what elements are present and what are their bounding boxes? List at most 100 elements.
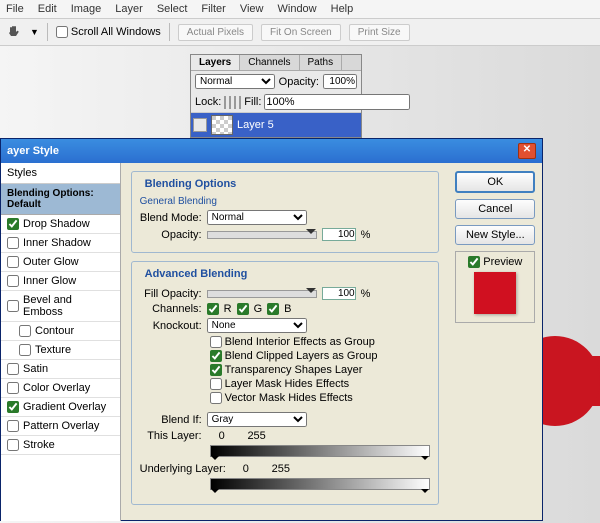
- style-checkbox[interactable]: [7, 420, 19, 432]
- general-blending-legend: General Blending: [140, 196, 430, 207]
- menu-file[interactable]: File: [6, 3, 24, 15]
- styles-list: Styles Blending Options: Default Drop Sh…: [1, 163, 121, 521]
- channels-label: Channels:: [140, 303, 202, 315]
- new-style-button[interactable]: New Style...: [455, 225, 535, 245]
- tab-channels[interactable]: Channels: [240, 55, 299, 70]
- lock-position-icon[interactable]: [234, 96, 236, 109]
- blend-mode-dropdown[interactable]: Normal: [207, 210, 307, 225]
- lock-all-icon[interactable]: [239, 96, 241, 109]
- layer-row[interactable]: Layer 5: [191, 113, 361, 137]
- ok-button[interactable]: OK: [455, 171, 535, 193]
- underlying-label: Underlying Layer:: [140, 463, 226, 475]
- style-color-overlay[interactable]: Color Overlay: [1, 379, 120, 398]
- opacity-value[interactable]: [322, 228, 356, 241]
- style-label: Pattern Overlay: [23, 420, 99, 432]
- style-checkbox[interactable]: [7, 237, 19, 249]
- menu-layer[interactable]: Layer: [115, 3, 143, 15]
- style-checkbox[interactable]: [7, 439, 19, 451]
- style-checkbox[interactable]: [7, 218, 19, 230]
- channel-r[interactable]: [207, 303, 219, 315]
- opacity-slider[interactable]: [207, 231, 317, 239]
- style-checkbox[interactable]: [19, 325, 31, 337]
- fill-opacity-value[interactable]: [322, 287, 356, 300]
- scroll-all-label: Scroll All Windows: [71, 26, 161, 38]
- close-icon[interactable]: ✕: [518, 143, 536, 159]
- knockout-dropdown[interactable]: None: [207, 318, 307, 333]
- hand-tool-icon[interactable]: [6, 24, 22, 40]
- knockout-label: Knockout:: [140, 320, 202, 332]
- menu-image[interactable]: Image: [71, 3, 102, 15]
- menu-view[interactable]: View: [240, 3, 264, 15]
- style-inner-glow[interactable]: Inner Glow: [1, 272, 120, 291]
- scroll-all-windows-checkbox[interactable]: Scroll All Windows: [56, 26, 161, 38]
- menu-window[interactable]: Window: [278, 3, 317, 15]
- style-stroke[interactable]: Stroke: [1, 436, 120, 455]
- style-outer-glow[interactable]: Outer Glow: [1, 253, 120, 272]
- blend-if-label: Blend If:: [140, 414, 202, 426]
- menu-edit[interactable]: Edit: [38, 3, 57, 15]
- style-label: Contour: [35, 325, 74, 337]
- style-bevel-and-emboss[interactable]: Bevel and Emboss: [1, 291, 120, 322]
- menu-filter[interactable]: Filter: [201, 3, 225, 15]
- actual-pixels-button[interactable]: Actual Pixels: [178, 24, 253, 41]
- style-checkbox[interactable]: [7, 256, 19, 268]
- layer-thumbnail[interactable]: [211, 115, 233, 135]
- channel-b[interactable]: [267, 303, 279, 315]
- channel-g[interactable]: [237, 303, 249, 315]
- style-checkbox[interactable]: [19, 344, 31, 356]
- cb-blend-interior[interactable]: [210, 336, 222, 348]
- visibility-icon[interactable]: [193, 118, 207, 132]
- style-drop-shadow[interactable]: Drop Shadow: [1, 215, 120, 234]
- style-label: Inner Glow: [23, 275, 76, 287]
- preview-label: Preview: [483, 256, 522, 268]
- menu-bar: File Edit Image Layer Select Filter View…: [0, 0, 600, 19]
- blend-mode-select[interactable]: Normal: [195, 74, 275, 89]
- underlying-gradient[interactable]: [210, 478, 430, 490]
- style-checkbox[interactable]: [7, 275, 19, 287]
- options-bar: ▼ Scroll All Windows Actual Pixels Fit O…: [0, 19, 600, 46]
- this-layer-gradient[interactable]: [210, 445, 430, 457]
- fill-opacity-label: Fill Opacity:: [140, 288, 202, 300]
- style-checkbox[interactable]: [7, 300, 19, 312]
- layer-style-dialog: ayer Style ✕ Styles Blending Options: De…: [0, 138, 543, 521]
- lock-pixels-icon[interactable]: [229, 96, 231, 109]
- tab-layers[interactable]: Layers: [191, 55, 240, 70]
- style-checkbox[interactable]: [7, 363, 19, 375]
- preview-checkbox[interactable]: [468, 256, 480, 268]
- blending-options-default[interactable]: Blending Options: Default: [1, 184, 120, 215]
- dialog-titlebar[interactable]: ayer Style ✕: [1, 139, 542, 163]
- cancel-button[interactable]: Cancel: [455, 199, 535, 219]
- fit-on-screen-button[interactable]: Fit On Screen: [261, 24, 341, 41]
- print-size-button[interactable]: Print Size: [349, 24, 410, 41]
- layer-name: Layer 5: [237, 119, 274, 131]
- menu-help[interactable]: Help: [331, 3, 354, 15]
- lock-transparency-icon[interactable]: [224, 96, 226, 109]
- layers-panel: Layers Channels Paths Normal Opacity: Lo…: [190, 54, 362, 138]
- style-label: Texture: [35, 344, 71, 356]
- blend-if-dropdown[interactable]: Gray: [207, 412, 307, 427]
- style-texture[interactable]: Texture: [1, 341, 120, 360]
- cb-blend-clipped[interactable]: [210, 350, 222, 362]
- style-label: Satin: [23, 363, 48, 375]
- style-gradient-overlay[interactable]: Gradient Overlay: [1, 398, 120, 417]
- style-label: Bevel and Emboss: [23, 294, 114, 318]
- opacity-input[interactable]: [323, 74, 357, 89]
- menu-select[interactable]: Select: [157, 3, 188, 15]
- style-contour[interactable]: Contour: [1, 322, 120, 341]
- cb-layer-mask-hides[interactable]: [210, 378, 222, 390]
- cb-vector-mask-hides[interactable]: [210, 392, 222, 404]
- style-checkbox[interactable]: [7, 382, 19, 394]
- style-checkbox[interactable]: [7, 401, 19, 413]
- style-inner-shadow[interactable]: Inner Shadow: [1, 234, 120, 253]
- tab-paths[interactable]: Paths: [300, 55, 343, 70]
- styles-header[interactable]: Styles: [1, 163, 120, 184]
- style-pattern-overlay[interactable]: Pattern Overlay: [1, 417, 120, 436]
- fill-opacity-slider[interactable]: [207, 290, 317, 298]
- style-satin[interactable]: Satin: [1, 360, 120, 379]
- dialog-title: ayer Style: [7, 145, 59, 157]
- preview-swatch: [474, 272, 516, 314]
- fill-input[interactable]: [264, 94, 410, 110]
- lock-label: Lock:: [195, 96, 221, 108]
- cb-transparency-shapes[interactable]: [210, 364, 222, 376]
- style-label: Drop Shadow: [23, 218, 90, 230]
